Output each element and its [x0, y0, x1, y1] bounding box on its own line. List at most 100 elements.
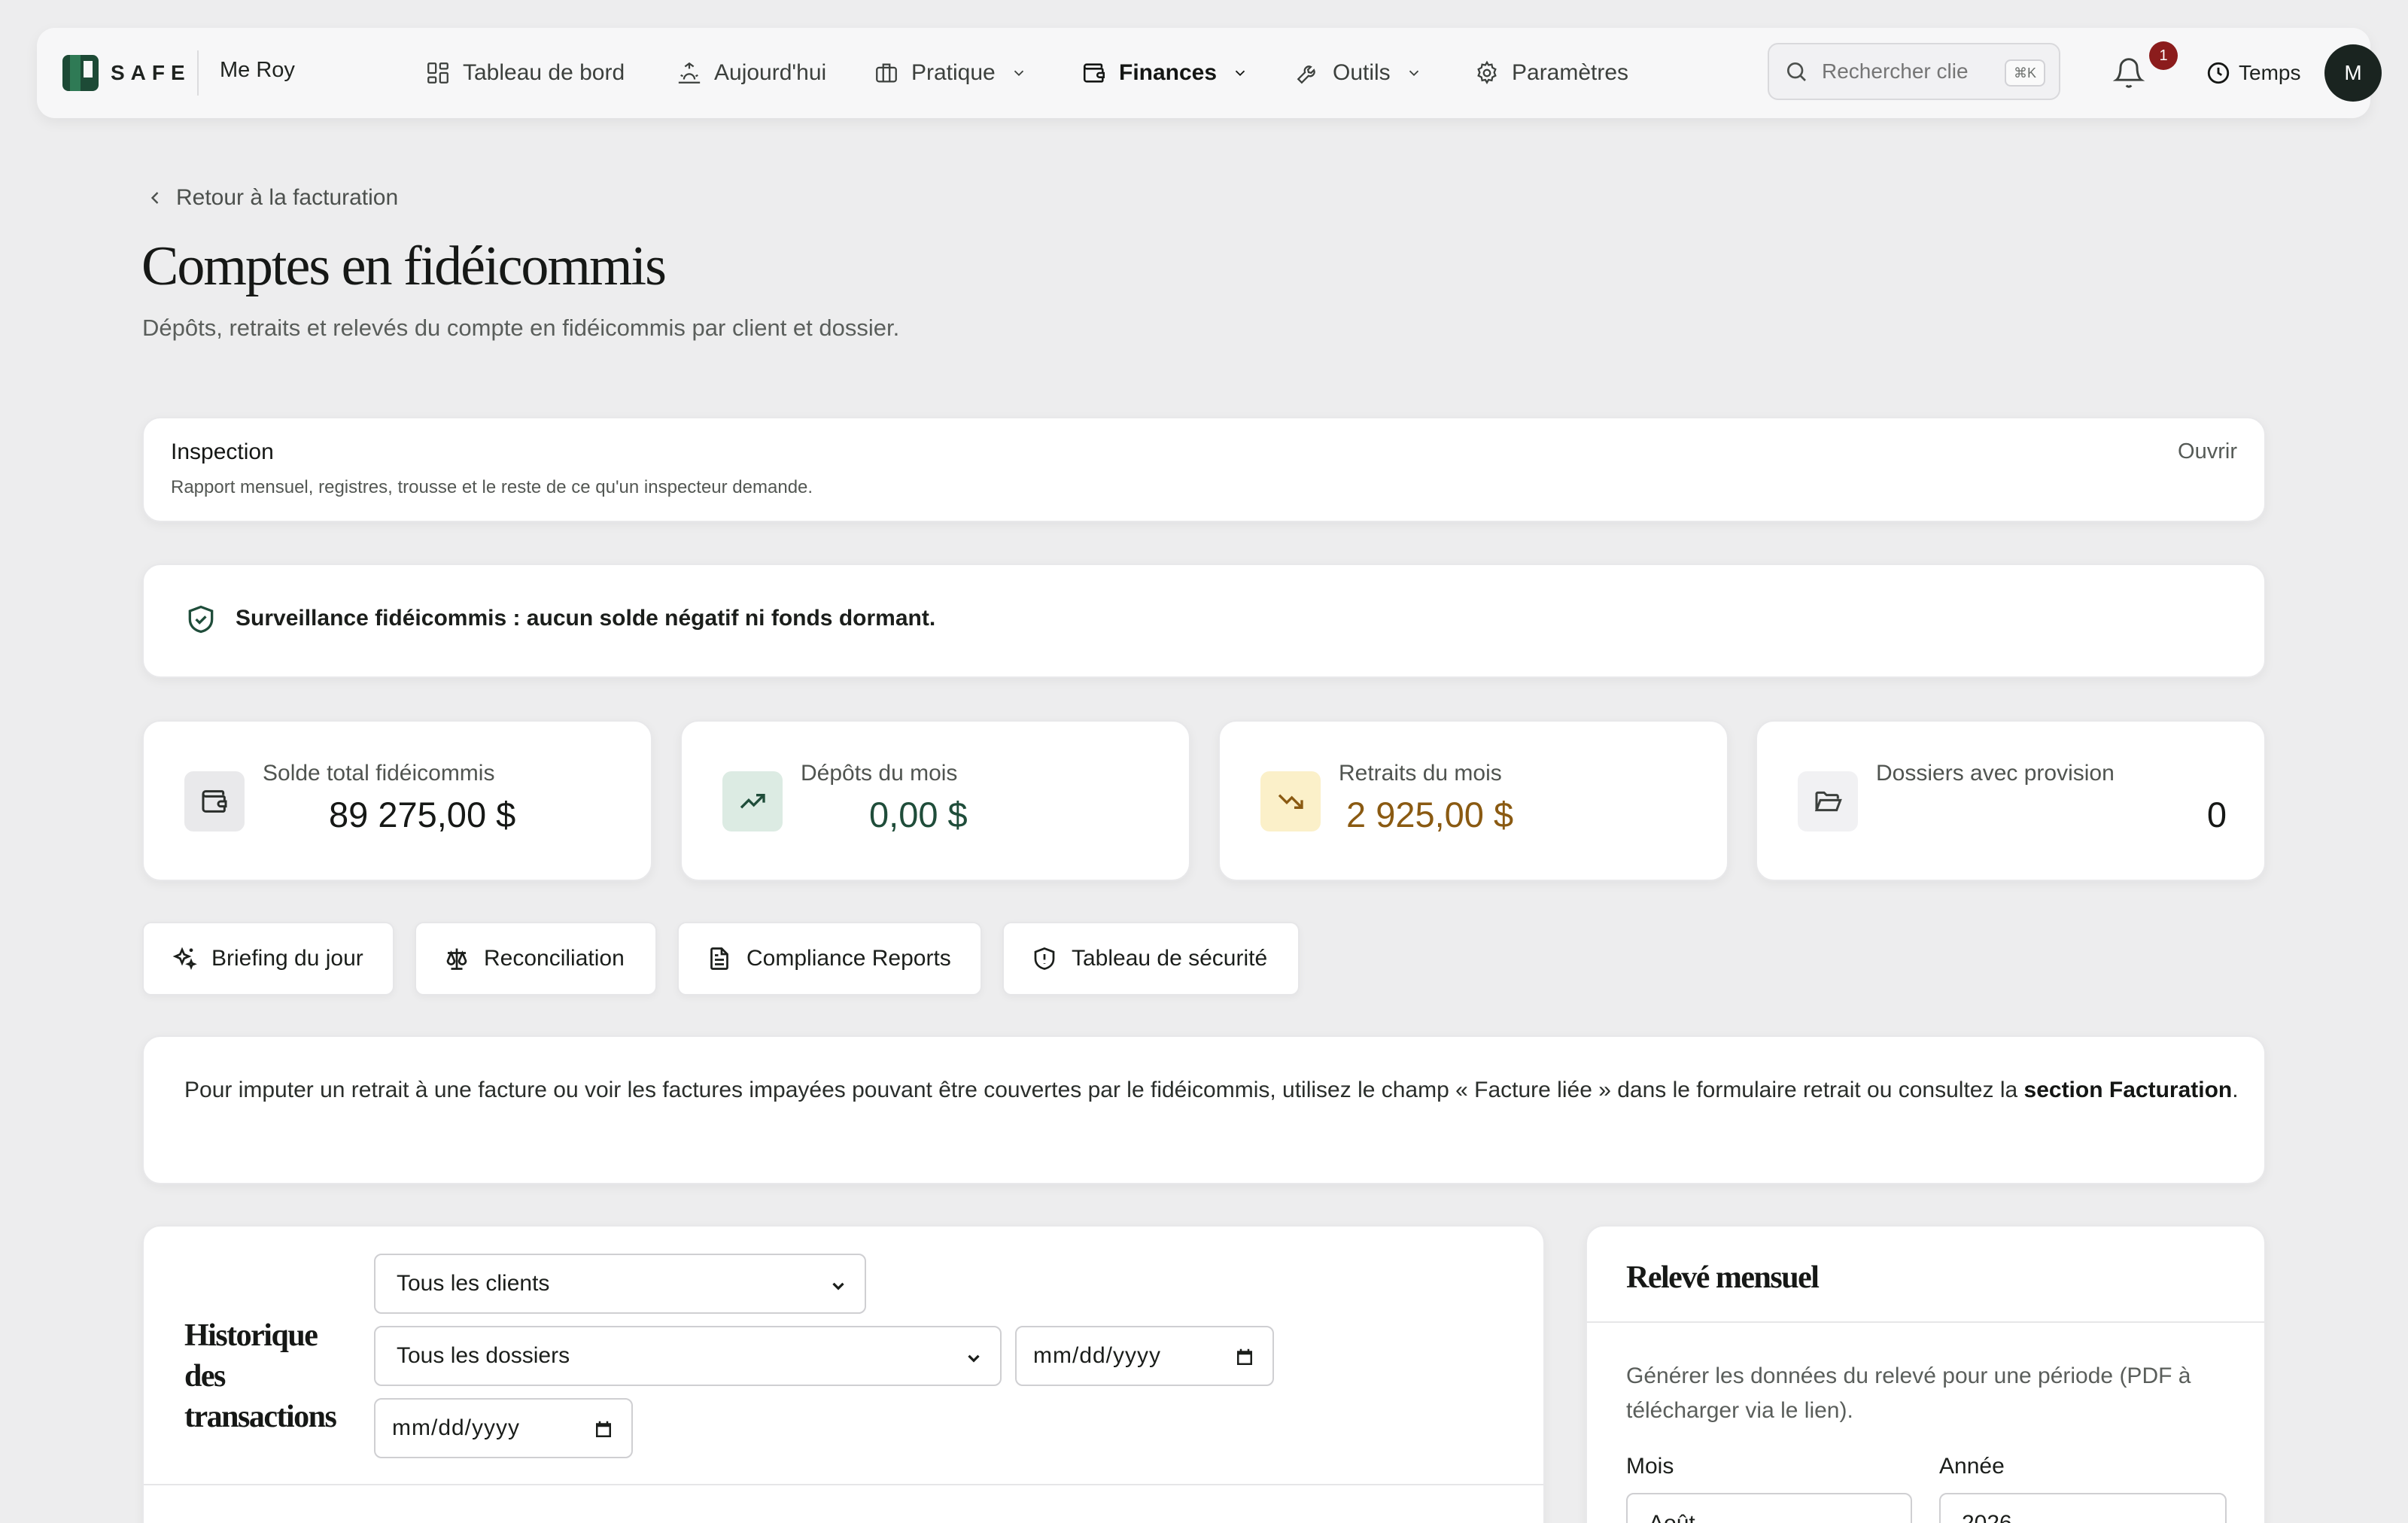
clock-icon: [2207, 62, 2230, 84]
dashboard-icon: [427, 62, 448, 84]
action-label: Briefing du jour: [211, 946, 363, 971]
date-from-placeholder: mm/dd/yyyy: [1033, 1343, 1162, 1368]
stat-label: Dossiers avec provision: [1876, 761, 2115, 786]
stat-card-total-balance: Solde total fidéicommis 89 275,00 $: [142, 720, 652, 881]
date-to-placeholder: mm/dd/yyyy: [392, 1415, 521, 1440]
shield-icon: [1034, 947, 1055, 970]
reconciliation-button[interactable]: Reconciliation: [415, 922, 657, 996]
stat-value: 2 925,00 $: [1346, 795, 1514, 834]
avatar[interactable]: M: [2324, 44, 2382, 102]
client-filter-select[interactable]: Tous les clients: [374, 1254, 866, 1314]
chevron-down-icon: [968, 1354, 980, 1363]
top-navigation: SAFE Me Roy Tableau de bord Aujourd'hui …: [37, 28, 2382, 118]
daily-briefing-button[interactable]: Briefing du jour: [142, 922, 394, 996]
shield-check-icon: [188, 605, 214, 634]
gear-icon: [1477, 60, 1497, 85]
invoice-info-card: Pour imputer un retrait à une facture ou…: [142, 1035, 2266, 1184]
chevron-down-icon: [832, 1282, 844, 1290]
trending-down-icon: [1278, 794, 1303, 809]
nav-item-finances[interactable]: Finances: [1081, 50, 1248, 96]
dossier-filter-value: Tous les dossiers: [397, 1343, 570, 1368]
security-dashboard-button[interactable]: Tableau de sécurité: [1002, 922, 1300, 996]
history-divider: [144, 1484, 1543, 1485]
back-link-label: Retour à la facturation: [176, 185, 399, 210]
nav-item-label: Pratique: [911, 60, 996, 85]
folder-open-icon: [1814, 791, 1842, 812]
back-to-billing-link[interactable]: Retour à la facturation: [144, 185, 398, 211]
nav-item-label: Tableau de bord: [463, 60, 625, 85]
trending-up-icon: [740, 794, 765, 809]
wrench-icon: [1297, 65, 1315, 84]
chevron-down-icon: [1235, 70, 1245, 77]
chevron-left-icon: [150, 192, 159, 204]
brand-logo[interactable]: SAFE: [62, 53, 191, 93]
action-label: Compliance Reports: [746, 946, 951, 971]
stat-label: Dépôts du mois: [801, 761, 958, 786]
safe-logo-icon: [62, 55, 99, 91]
stat-card-monthly-deposits: Dépôts du mois 0,00 $: [680, 720, 1190, 881]
info-end: .: [2232, 1078, 2239, 1102]
stat-icon-wrapper: [722, 771, 783, 831]
compliance-reports-button[interactable]: Compliance Reports: [677, 922, 982, 996]
nav-item-practice[interactable]: Pratique: [874, 50, 1027, 96]
action-label: Tableau de sécurité: [1072, 946, 1268, 971]
statement-title: Relevé mensuel: [1626, 1260, 1820, 1295]
action-label: Reconciliation: [484, 946, 625, 971]
calendar-icon: [1237, 1348, 1252, 1365]
trust-monitoring-banner: Surveillance fidéicommis : aucun solde n…: [142, 564, 2266, 678]
sparkles-icon: [172, 947, 197, 971]
search-shortcut: ⌘K: [2004, 59, 2045, 87]
inspection-title: Inspection: [171, 439, 274, 464]
inspection-open-link[interactable]: Ouvrir: [2178, 439, 2237, 464]
info-body: Pour imputer un retrait à une facture ou…: [184, 1078, 2024, 1102]
inspection-card[interactable]: Inspection Rapport mensuel, registres, t…: [142, 417, 2266, 522]
notification-badge: 1: [2149, 41, 2178, 70]
chevron-down-icon: [1014, 70, 1023, 77]
date-from-input[interactable]: mm/dd/yyyy: [1015, 1326, 1274, 1386]
statement-divider: [1587, 1321, 2264, 1323]
briefcase-icon: [876, 63, 897, 83]
time-label: Temps: [2239, 61, 2301, 84]
scale-icon: [446, 948, 467, 970]
monthly-statement-panel: Relevé mensuel Générer les données du re…: [1586, 1225, 2266, 1523]
invoice-info-text: Pour imputer un retrait à une facture ou…: [184, 1075, 2261, 1106]
chevron-down-icon: [1409, 70, 1418, 77]
nav-item-label: Outils: [1333, 60, 1391, 85]
month-select[interactable]: Août: [1626, 1493, 1912, 1523]
date-to-input[interactable]: mm/dd/yyyy: [374, 1398, 633, 1458]
wallet-icon: [1083, 63, 1105, 83]
monitoring-status-text: Surveillance fidéicommis : aucun solde n…: [236, 606, 936, 631]
month-label: Mois: [1626, 1454, 1674, 1479]
nav-item-label: Aujourd'hui: [714, 60, 827, 85]
brand-name: SAFE: [111, 61, 191, 84]
nav-item-today[interactable]: Aujourd'hui: [676, 50, 826, 96]
nav-item-dashboard[interactable]: Tableau de bord: [425, 50, 625, 96]
calendar-icon: [596, 1421, 611, 1437]
brand-divider: [197, 50, 199, 96]
page-title: Comptes en fidéicommis: [141, 236, 667, 297]
stat-label: Retraits du mois: [1339, 761, 1502, 786]
transaction-history-panel: Historique des transactions Tous les cli…: [142, 1225, 1545, 1523]
nav-item-label: Finances: [1119, 60, 1218, 85]
search-box[interactable]: ⌘K: [1768, 43, 2060, 100]
stat-label: Solde total fidéicommis: [263, 761, 495, 786]
stat-icon-wrapper: [1798, 771, 1858, 831]
sunrise-icon: [678, 62, 701, 84]
billing-section-link[interactable]: section Facturation: [2024, 1078, 2233, 1102]
dossier-filter-select[interactable]: Tous les dossiers: [374, 1326, 1002, 1386]
year-input[interactable]: 2026: [1939, 1493, 2227, 1523]
search-input[interactable]: [1822, 59, 1969, 84]
nav-item-label: Paramètres: [1512, 60, 1629, 85]
stat-value: 89 275,00 $: [329, 795, 516, 834]
nav-item-settings[interactable]: Paramètres: [1474, 50, 1628, 96]
stat-card-monthly-withdrawals: Retraits du mois 2 925,00 $: [1218, 720, 1728, 881]
search-icon: [1787, 62, 1806, 81]
history-title: Historique des transactions: [184, 1318, 337, 1434]
current-user-name: Me Roy: [220, 58, 295, 82]
time-tracker-button[interactable]: Temps: [2206, 55, 2300, 91]
nav-item-tools[interactable]: Outils: [1295, 50, 1422, 96]
wallet-icon: [202, 790, 227, 813]
stat-icon-wrapper: [1260, 771, 1321, 831]
bell-icon[interactable]: [2112, 56, 2145, 90]
client-filter-value: Tous les clients: [397, 1271, 550, 1296]
